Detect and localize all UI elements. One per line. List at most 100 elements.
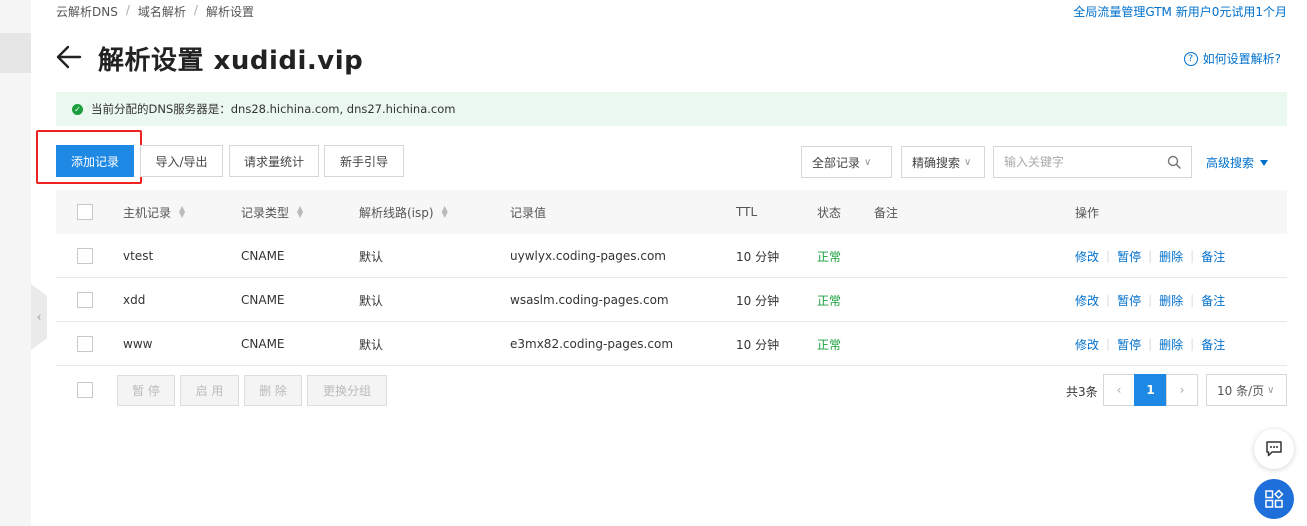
header-line[interactable]: 解析线路(isp) ▲ ▼ — [359, 190, 448, 234]
back-arrow-icon[interactable] — [56, 42, 82, 72]
cell-type: CNAME — [241, 293, 285, 307]
delete-link[interactable]: 删除 — [1159, 292, 1183, 309]
cell-status: 正常 — [817, 249, 842, 264]
cell-status: 正常 — [817, 293, 842, 308]
search-field[interactable] — [993, 146, 1192, 178]
bulk-change-group-button[interactable]: 更换分组 — [307, 375, 387, 406]
chat-icon — [1266, 441, 1282, 457]
edit-link[interactable]: 修改 — [1075, 292, 1099, 309]
promo-link[interactable]: 全局流量管理GTM 新用户0元试用1个月 — [1073, 3, 1287, 20]
help-link[interactable]: ? 如何设置解析? — [1183, 50, 1281, 67]
edit-link[interactable]: 修改 — [1075, 248, 1099, 265]
row-checkbox[interactable] — [77, 248, 93, 264]
check-circle-icon: ✓ — [72, 103, 83, 115]
edit-link[interactable]: 修改 — [1075, 336, 1099, 353]
header-ops: 操作 — [1075, 205, 1100, 220]
cell-host: www — [123, 337, 153, 351]
beginner-guide-button[interactable]: 新手引导 — [324, 145, 404, 177]
row-checkbox[interactable] — [77, 336, 93, 352]
row-actions: 修改 | 暂停 | 删除 | 备注 — [1075, 322, 1225, 366]
chevron-left-icon: ‹ — [36, 310, 42, 324]
cell-ttl: 10 分钟 — [736, 337, 780, 352]
request-stats-button[interactable]: 请求量统计 — [229, 145, 319, 177]
cell-ttl: 10 分钟 — [736, 249, 780, 264]
advanced-search-toggle[interactable]: 高级搜索 — [1206, 154, 1269, 171]
remark-link[interactable]: 备注 — [1201, 292, 1225, 309]
header-host-label: 主机记录 — [123, 205, 172, 220]
left-sidebar — [0, 0, 31, 526]
notice-text: 当前分配的DNS服务器是：dns28.hichina.com, dns27.hi… — [91, 102, 456, 116]
row-actions: 修改 | 暂停 | 删除 | 备注 — [1075, 278, 1225, 322]
apps-grid-icon — [1265, 489, 1284, 508]
header-status: 状态 — [817, 205, 842, 220]
prev-page-button[interactable]: ‹ — [1103, 374, 1135, 406]
cell-type: CNAME — [241, 337, 285, 351]
cell-value: e3mx82.coding-pages.com — [510, 337, 674, 351]
cell-line: 默认 — [359, 293, 384, 308]
caret-down-icon — [1260, 159, 1269, 166]
header-type[interactable]: 记录类型 ▲ ▼ — [241, 190, 303, 234]
record-scope-select[interactable]: 全部记录 ∨ — [801, 146, 892, 178]
breadcrumb: 云解析DNS / 域名解析 / 解析设置 — [56, 3, 254, 20]
action-divider: | — [1106, 293, 1111, 307]
cell-type: CNAME — [241, 249, 285, 263]
header-host[interactable]: 主机记录 ▲ ▼ — [123, 190, 185, 234]
breadcrumb-item-dns[interactable]: 云解析DNS — [56, 3, 118, 20]
cell-ttl: 10 分钟 — [736, 293, 780, 308]
sort-icon: ▲ ▼ — [441, 204, 448, 219]
bulk-pause-button[interactable]: 暂 停 — [117, 375, 175, 406]
page-size-select[interactable]: 10 条/页 ∨ — [1206, 374, 1287, 406]
breadcrumb-item-domain[interactable]: 域名解析 — [138, 3, 186, 20]
cell-value: wsaslm.coding-pages.com — [510, 293, 669, 307]
pause-link[interactable]: 暂停 — [1117, 292, 1141, 309]
cell-host: vtest — [123, 249, 154, 263]
help-link-label: 如何设置解析? — [1202, 52, 1281, 66]
chevron-down-icon: ∨ — [964, 156, 972, 168]
table-row: www CNAME 默认 e3mx82.coding-pages.com 10 … — [56, 322, 1287, 366]
header-ttl: TTL — [736, 205, 758, 219]
chat-button[interactable] — [1254, 429, 1294, 469]
search-mode-value: 精确搜索 — [912, 155, 961, 170]
table-row: xdd CNAME 默认 wsaslm.coding-pages.com 10 … — [56, 278, 1287, 322]
bulk-enable-button[interactable]: 启 用 — [180, 375, 239, 406]
chevron-down-icon: ∨ — [864, 156, 872, 168]
remark-link[interactable]: 备注 — [1201, 248, 1225, 265]
pause-link[interactable]: 暂停 — [1117, 336, 1141, 353]
table-header: 主机记录 ▲ ▼ 记录类型 ▲ ▼ 解析线路(isp) ▲ ▼ 记录值 TTL 状态 备注 … — [56, 190, 1287, 234]
breadcrumb-separator: / — [193, 3, 198, 17]
next-page-button[interactable]: › — [1166, 374, 1198, 406]
bulk-select-checkbox[interactable] — [77, 382, 93, 398]
apps-button[interactable] — [1254, 479, 1294, 519]
action-divider: | — [1148, 293, 1153, 307]
pause-link[interactable]: 暂停 — [1117, 248, 1141, 265]
breadcrumb-separator: / — [125, 3, 130, 17]
import-export-button[interactable]: 导入/导出 — [140, 145, 223, 177]
select-all-checkbox[interactable] — [77, 204, 93, 220]
add-record-button[interactable]: 添加记录 — [56, 145, 134, 177]
delete-link[interactable]: 删除 — [1159, 336, 1183, 353]
header-value: 记录值 — [510, 205, 547, 220]
sidebar-collapse-handle[interactable]: ‹ — [31, 284, 47, 350]
dns-server-notice: ✓ 当前分配的DNS服务器是：dns28.hichina.com, dns27.… — [56, 92, 1287, 126]
question-icon: ? — [1183, 51, 1198, 66]
record-scope-value: 全部记录 — [812, 155, 861, 170]
row-checkbox[interactable] — [77, 292, 93, 308]
chevron-down-icon: ∨ — [1267, 384, 1275, 396]
action-divider: | — [1148, 337, 1153, 351]
bulk-delete-button[interactable]: 删 除 — [244, 375, 302, 406]
action-divider: | — [1190, 293, 1195, 307]
breadcrumb-item-current: 解析设置 — [205, 5, 254, 19]
remark-link[interactable]: 备注 — [1201, 336, 1225, 353]
search-mode-select[interactable]: 精确搜索 ∨ — [901, 146, 985, 178]
sidebar-active-block[interactable] — [0, 33, 31, 73]
cell-line: 默认 — [359, 337, 384, 352]
page-button-current[interactable]: 1 — [1134, 374, 1167, 406]
cell-value: uywlyx.coding-pages.com — [510, 249, 666, 263]
sort-icon: ▲ ▼ — [179, 204, 186, 219]
search-icon[interactable] — [1167, 155, 1181, 169]
action-divider: | — [1106, 249, 1111, 263]
sort-icon: ▲ ▼ — [297, 204, 304, 219]
header-line-label: 解析线路(isp) — [359, 205, 434, 220]
delete-link[interactable]: 删除 — [1159, 248, 1183, 265]
search-input[interactable] — [1004, 155, 1154, 169]
